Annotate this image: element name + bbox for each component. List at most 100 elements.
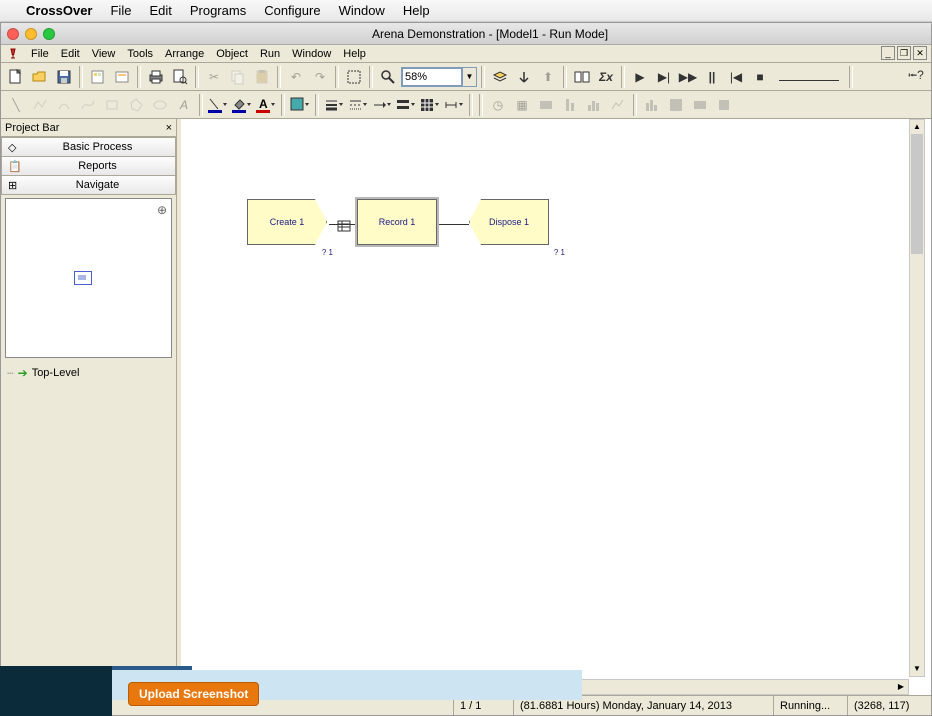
fill-color-icon[interactable] [231,94,253,116]
mac-menu-help[interactable]: Help [403,3,430,18]
inner-menubar: File Edit View Tools Arrange Object Run … [1,45,931,63]
layers-icon[interactable] [489,66,511,88]
fill-pattern-icon[interactable] [419,94,441,116]
run-stop-icon[interactable]: ■ [749,66,771,88]
show-dim-icon[interactable] [443,94,465,116]
create-counter: ? 1 [322,248,333,257]
add-view-icon[interactable]: ⊕ [157,203,167,217]
arrow-icon: ➔ [18,366,28,380]
menu-view[interactable]: View [92,48,116,60]
print-icon[interactable] [145,66,167,88]
scroll-up-icon[interactable]: ▲ [910,120,924,134]
tree-item-toplevel[interactable]: ┄ ➔ Top-Level [7,366,170,380]
upload-label: Upload Screenshot [139,687,248,701]
toolbar-standard: ✂ ↶ ↷ ▼ ⬆ Σx ▶ ▶| ▶▶ || |◀ ■ ⭰? [1,63,931,91]
separator [479,94,483,116]
open-icon[interactable] [29,66,51,88]
module-label: Create 1 [270,217,305,227]
anim3-icon [689,94,711,116]
separator [195,66,199,88]
menu-tools[interactable]: Tools [127,48,153,60]
tab-navigate[interactable]: ⊞ Navigate [1,175,176,195]
vertical-scrollbar[interactable]: ▲ ▼ [909,119,925,677]
run-go-icon[interactable]: ▶ [629,66,651,88]
region-icon[interactable] [343,66,365,88]
scroll-thumb[interactable] [911,134,923,254]
report-icon: 📋 [8,160,22,173]
close-button[interactable] [7,28,19,40]
separator [315,94,319,116]
bg-color-icon[interactable] [289,94,311,116]
mac-app-name[interactable]: CrossOver [26,3,92,18]
menu-object[interactable]: Object [216,48,248,60]
menu-window[interactable]: Window [292,48,331,60]
menu-edit[interactable]: Edit [61,48,80,60]
traffic-lights [7,28,55,40]
navigate-tree: ┄ ➔ Top-Level [1,362,176,384]
var-icon [535,94,557,116]
zoom-combo[interactable]: ▼ [401,67,477,87]
run-pause-icon[interactable]: || [701,66,723,88]
tab-basic-process[interactable]: ◇ Basic Process [1,137,176,157]
queue-icon [337,218,351,232]
minimap-viewport[interactable] [74,271,92,285]
arrow-style-icon[interactable] [371,94,393,116]
context-help-icon[interactable]: ⭰? [905,66,927,88]
zoom-button[interactable] [43,28,55,40]
zoom-input[interactable] [402,68,462,86]
navigate-preview[interactable]: ⊕ [5,198,172,358]
mac-menu-edit[interactable]: Edit [149,3,171,18]
mdi-minimize[interactable]: _ [881,46,895,60]
create-shape: Create 1 [247,199,327,245]
separator [469,94,473,116]
print-preview-icon[interactable] [169,66,191,88]
line-width-icon[interactable] [323,94,345,116]
line-color-icon[interactable] [207,94,229,116]
minimize-button[interactable] [25,28,37,40]
separator [849,66,853,88]
tab-reports[interactable]: 📋 Reports [1,156,176,176]
menu-help[interactable]: Help [343,48,366,60]
anim1-icon [641,94,663,116]
line-style-icon[interactable] [347,94,369,116]
close-icon[interactable]: × [166,122,172,134]
mdi-close[interactable]: ✕ [913,46,927,60]
run-step-icon[interactable]: ▶| [653,66,675,88]
model-canvas[interactable]: Create 1 ? 1 Record 1 [177,119,931,695]
mac-menu-configure[interactable]: Configure [264,3,320,18]
upload-screenshot-button[interactable]: Upload Screenshot [128,682,259,706]
template-icon[interactable] [87,66,109,88]
dropdown-icon[interactable]: ▼ [462,68,476,86]
paste-icon [251,66,273,88]
connector-2 [439,224,469,225]
scroll-right-icon[interactable]: ▶ [894,680,908,694]
menu-arrange[interactable]: Arrange [165,48,204,60]
run-start-over-icon[interactable]: |◀ [725,66,747,88]
module-create[interactable]: Create 1 ? 1 [247,199,327,245]
box-icon [101,94,123,116]
text-color-icon[interactable]: A [255,94,277,116]
run-fastfwd-icon[interactable]: ▶▶ [677,66,699,88]
scroll-down-icon[interactable]: ▼ [910,662,924,676]
expression-icon[interactable]: Σx [595,66,617,88]
save-icon[interactable] [53,66,75,88]
mac-menu-window[interactable]: Window [339,3,385,18]
submodel-icon[interactable] [513,66,535,88]
mac-menu-file[interactable]: File [110,3,131,18]
workspace: Project Bar × ◇ Basic Process 📋 Reports … [1,119,931,695]
split-icon[interactable] [571,66,593,88]
mac-menu-programs[interactable]: Programs [190,3,246,18]
speed-slider[interactable] [779,73,839,81]
attach-icon[interactable] [111,66,133,88]
new-icon[interactable] [5,66,27,88]
line-pattern-icon[interactable] [395,94,417,116]
tree-label: Top-Level [32,367,80,379]
module-record[interactable]: Record 1 [357,199,437,245]
menu-file[interactable]: File [31,48,49,60]
mdi-restore[interactable]: ❐ [897,46,911,60]
magnify-icon[interactable] [377,66,399,88]
menu-run[interactable]: Run [260,48,280,60]
module-dispose[interactable]: Dispose 1 ? 1 [469,199,549,245]
separator [281,94,285,116]
record-shape: Record 1 [357,199,437,245]
